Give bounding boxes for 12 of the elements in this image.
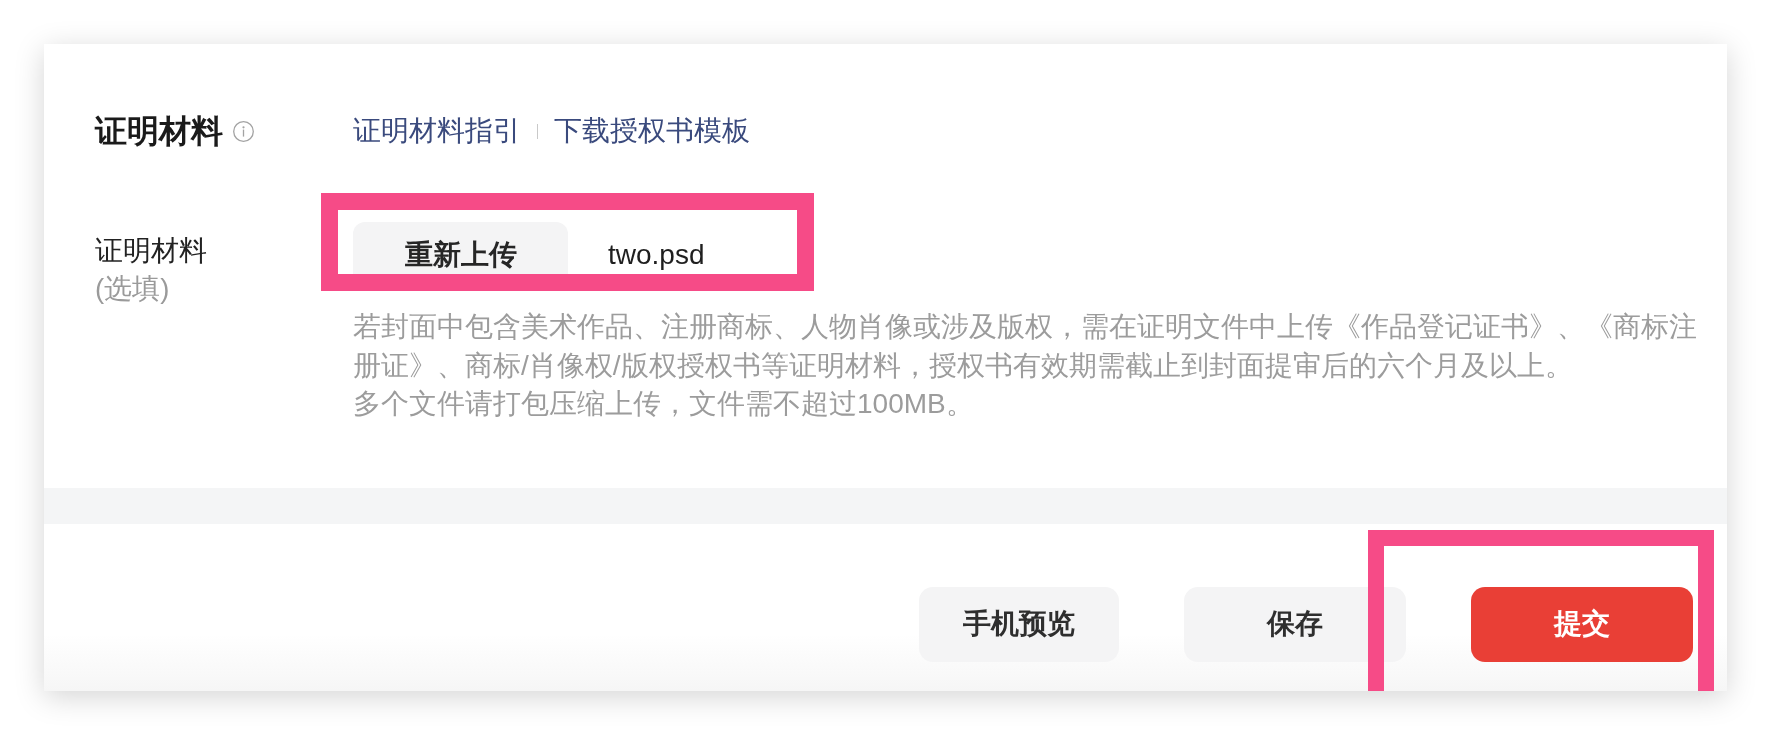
guide-link[interactable]: 证明材料指引 [353,112,521,150]
file-name: two.psd [608,238,705,272]
optional-hint: (选填) [95,272,171,306]
preview-button[interactable]: 手机预览 [919,586,1119,662]
help-text: 多个文件请打包压缩上传，文件需不超过100MB。 [353,387,975,421]
save-button[interactable]: 保存 [1184,586,1406,662]
info-icon[interactable] [233,120,254,142]
field-label: 证明材料 [95,234,208,268]
guide-link[interactable]: 下载授权书模板 [554,112,750,150]
help-text: 若封面中包含美术作品、注册商标、人物肖像或涉及版权，需在证明文件中上传《作品登记证书》、《商标注册证》、商标/肖像权/版权授权书等证明材料，授权书有效期需截止到封面提审后的六个月及以上。 [353,310,1698,383]
section-title: 证明材料 [95,112,223,150]
submit-button[interactable]: 提交 [1471,586,1693,662]
